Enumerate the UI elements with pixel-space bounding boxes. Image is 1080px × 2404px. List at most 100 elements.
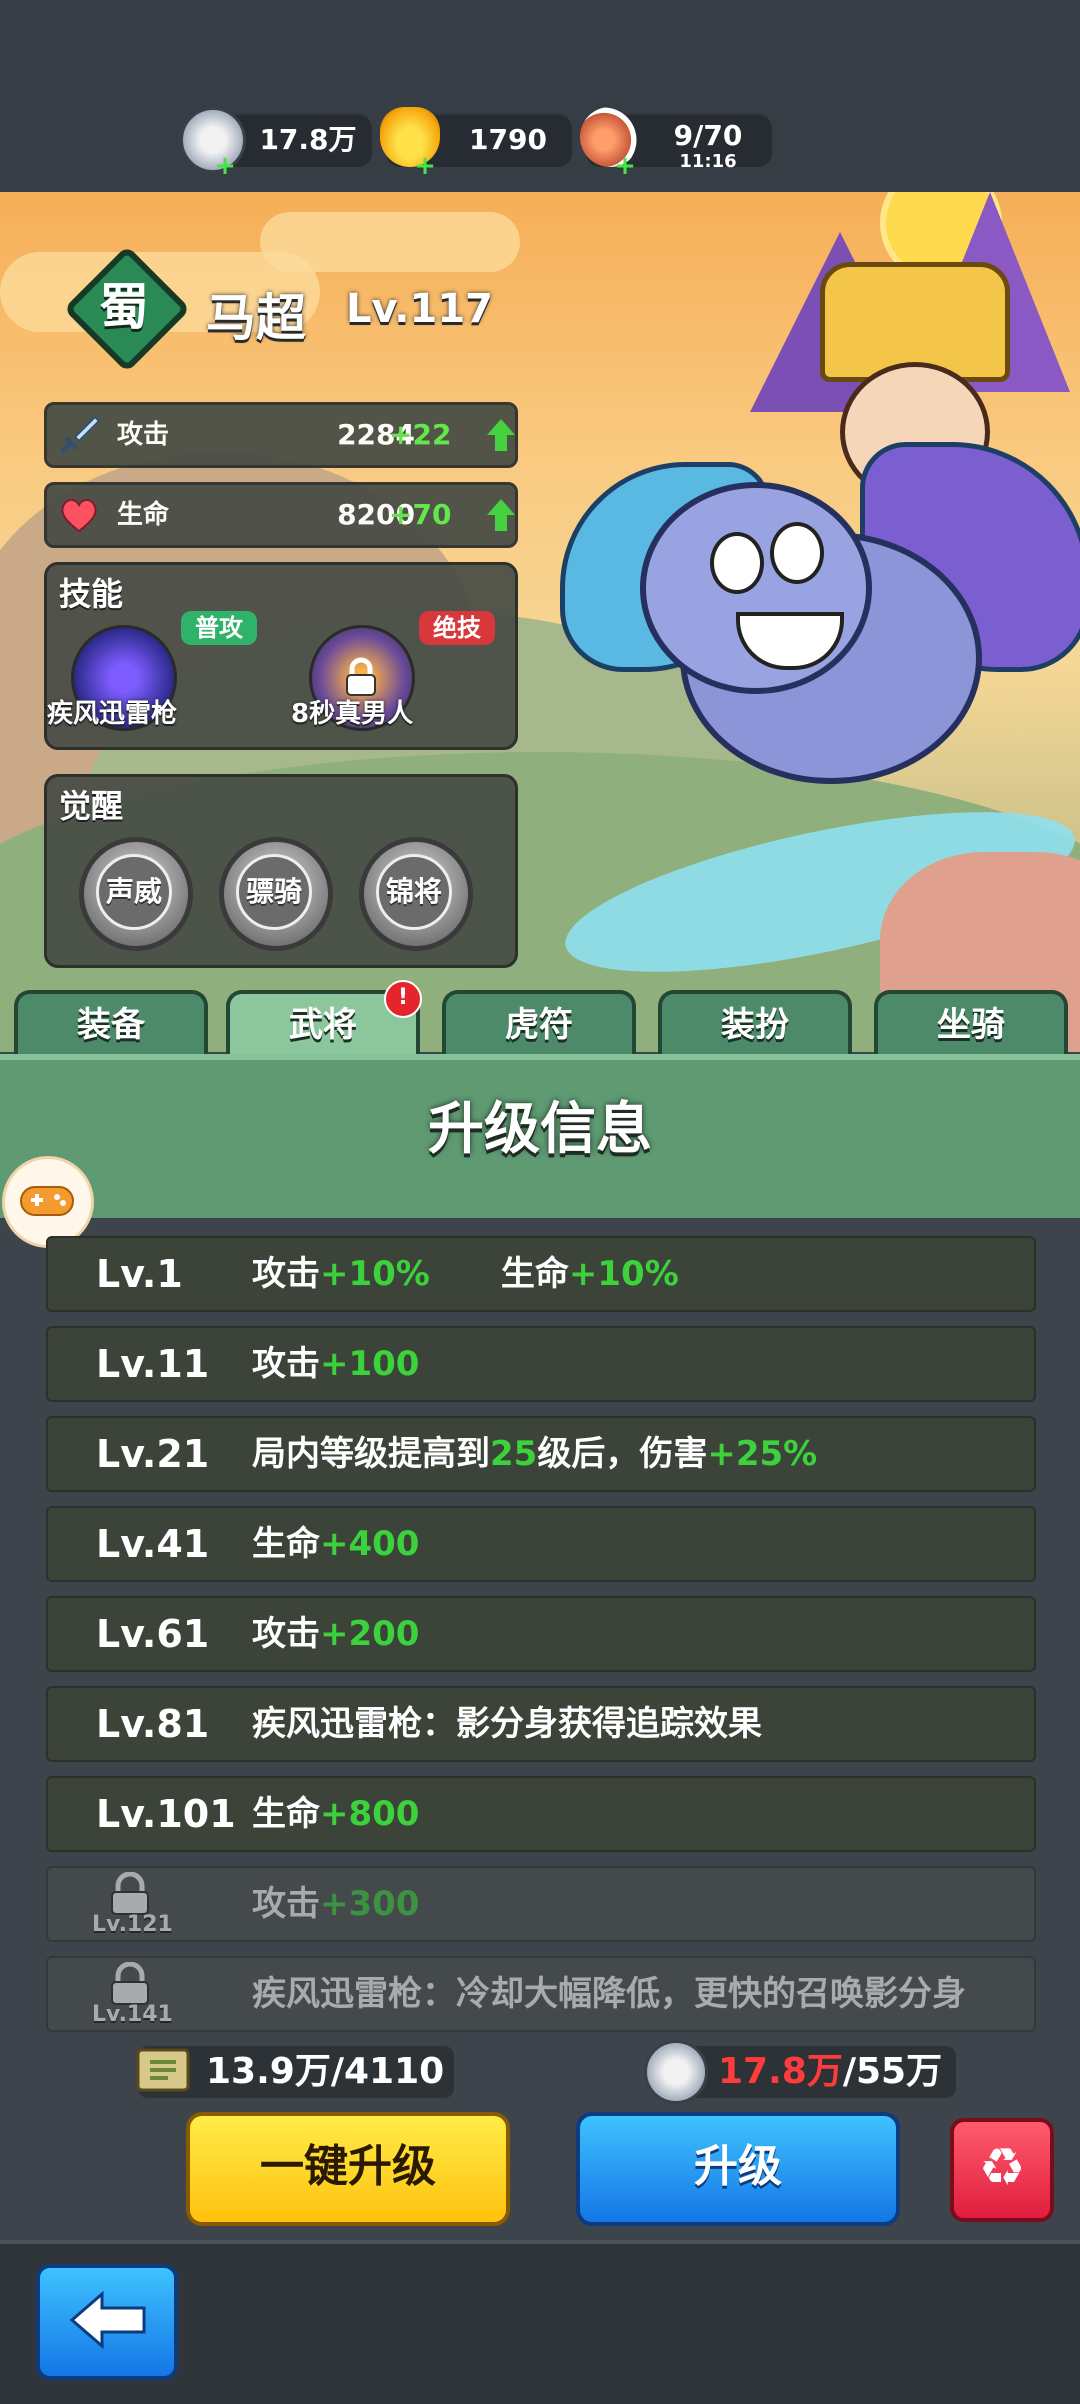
level-number: Lv.141 bbox=[92, 2002, 173, 2027]
up-arrow-icon bbox=[487, 499, 515, 515]
bonus-value: +10% bbox=[568, 1254, 679, 1294]
locked-level-row: Lv.141 疾风迅雷枪：冷却大幅降低，更快的召唤影分身 bbox=[46, 1956, 1036, 2032]
bonus-value: +10% bbox=[320, 1254, 430, 1294]
lock-icon bbox=[100, 1961, 160, 2006]
coin-amount: 17.8万 bbox=[259, 123, 357, 156]
level-effect: 攻击+10% 生命+10% bbox=[252, 1238, 679, 1310]
stamina-resource-pill[interactable]: + 9/70 11:16 bbox=[580, 107, 772, 179]
heart-icon bbox=[57, 493, 101, 537]
back-button[interactable] bbox=[36, 2264, 178, 2380]
bonus-value: +800 bbox=[320, 1794, 420, 1834]
skill-1-badge: 普攻 bbox=[181, 611, 257, 645]
level-row: Lv.1 攻击+10% 生命+10% bbox=[46, 1236, 1036, 1312]
scroll-cost: 13.9万/4110 bbox=[206, 2051, 445, 2092]
level-effect: 生命+400 bbox=[252, 1508, 419, 1580]
awaken-node-1-label: 声威 bbox=[96, 854, 172, 930]
coin-have: 17.8万 bbox=[718, 2051, 843, 2092]
level-number: Lv.81 bbox=[96, 1702, 210, 1746]
scroll-cost-pill: 13.9万/4110 bbox=[136, 2046, 454, 2098]
health-label: 生命 bbox=[117, 500, 170, 530]
attack-bonus: +22 bbox=[389, 418, 452, 451]
level-number: Lv.21 bbox=[96, 1432, 210, 1476]
awaken-node-2-label: 骠骑 bbox=[236, 854, 312, 930]
attack-label: 攻击 bbox=[117, 420, 170, 450]
add-stamina-icon[interactable]: + bbox=[614, 153, 636, 179]
coin-icon bbox=[180, 107, 246, 173]
level-row: Lv.81 疾风迅雷枪：影分身获得追踪效果 bbox=[46, 1686, 1036, 1762]
level-number: Lv.101 bbox=[96, 1792, 236, 1836]
bonus-value: +25% bbox=[707, 1434, 818, 1474]
level-effect: 疾风迅雷枪：影分身获得追踪效果 bbox=[252, 1688, 762, 1760]
tab-tiger-tally[interactable]: 虎符 bbox=[442, 990, 636, 1058]
awaken-panel: 觉醒 声威 骠骑 锦将 bbox=[44, 774, 518, 968]
awaken-title: 觉醒 bbox=[59, 787, 124, 825]
hero-level: Lv.117 bbox=[346, 286, 493, 332]
coin-need: /55万 bbox=[842, 2051, 943, 2092]
bonus-value: 25 bbox=[490, 1434, 538, 1474]
attack-stat-row: 攻击 2284 +22 bbox=[44, 402, 518, 468]
effect-text: 生命 bbox=[429, 1254, 569, 1294]
effect-text: 攻击 bbox=[252, 1614, 320, 1654]
faction-label: 蜀 bbox=[99, 278, 149, 336]
skill-2-name: 8秒真男人 bbox=[291, 699, 414, 729]
effect-text: 疾风迅雷枪：影分身获得追踪效果 bbox=[252, 1704, 762, 1744]
level-effect: 疾风迅雷枪：冷却大幅降低，更快的召唤影分身 bbox=[252, 1958, 966, 2030]
health-stat-row: 生命 8200 +70 bbox=[44, 482, 518, 548]
level-number: Lv.41 bbox=[96, 1522, 210, 1566]
effect-text: 攻击 bbox=[252, 1254, 320, 1294]
stamina-timer: 11:16 bbox=[679, 151, 737, 172]
coin-icon bbox=[644, 2040, 708, 2104]
sword-icon bbox=[57, 413, 101, 457]
effect-text: 局内等级提高到 bbox=[252, 1434, 490, 1474]
level-effect: 攻击+300 bbox=[252, 1868, 419, 1940]
coin-resource-pill[interactable]: + 17.8万 bbox=[180, 107, 372, 179]
level-number: Lv.61 bbox=[96, 1612, 210, 1656]
lock-icon bbox=[100, 1871, 160, 1916]
notification-badge: ! bbox=[384, 980, 422, 1018]
up-arrow-icon-stem bbox=[495, 515, 507, 531]
effect-text: 攻击 bbox=[252, 1884, 320, 1924]
effect-text: 疾风迅雷枪：冷却大幅降低，更快的召唤影分身 bbox=[252, 1974, 966, 2014]
bonus-value: +100 bbox=[320, 1344, 420, 1384]
gold-amount: 1790 bbox=[469, 123, 547, 156]
one-click-upgrade-button[interactable]: 一键升级 bbox=[186, 2112, 510, 2226]
locked-level-row: Lv.121 攻击+300 bbox=[46, 1866, 1036, 1942]
skill-2-badge: 绝技 bbox=[419, 611, 495, 645]
hero-scene: 蜀 马超 Lv.117 攻击 2284 +22 生命 8200 +70 技能 普… bbox=[0, 192, 1080, 1052]
level-effect: 局内等级提高到25级后，伤害+25% bbox=[252, 1418, 817, 1490]
level-row: Lv.21 局内等级提高到25级后，伤害+25% bbox=[46, 1416, 1036, 1492]
upgrade-info-title: 升级信息 bbox=[428, 1097, 652, 1162]
level-row: Lv.41 生命+400 bbox=[46, 1506, 1036, 1582]
add-gold-icon[interactable]: + bbox=[414, 153, 436, 179]
up-arrow-icon-stem bbox=[495, 435, 507, 451]
awaken-node-3[interactable]: 锦将 bbox=[359, 837, 473, 951]
recycle-button[interactable]: ♻ bbox=[950, 2118, 1054, 2222]
add-coin-icon[interactable]: + bbox=[214, 153, 236, 179]
tab-mount[interactable]: 坐骑 bbox=[874, 990, 1068, 1058]
gamepad-icon bbox=[17, 1181, 77, 1225]
bonus-value: +400 bbox=[320, 1524, 420, 1564]
back-arrow-icon bbox=[66, 2288, 150, 2356]
hero-name: 马超 bbox=[206, 289, 306, 347]
level-row: Lv.61 攻击+200 bbox=[46, 1596, 1036, 1672]
level-number: Lv.11 bbox=[96, 1342, 210, 1386]
effect-text: 生命 bbox=[252, 1524, 320, 1564]
cloud-decoration bbox=[260, 212, 520, 272]
blue-elephant-mount-art bbox=[560, 422, 1080, 784]
effect-text: 级后，伤害 bbox=[537, 1434, 708, 1474]
upgrade-button[interactable]: 升级 bbox=[576, 2112, 900, 2226]
effect-text: 生命 bbox=[252, 1794, 320, 1834]
awaken-node-1[interactable]: 声威 bbox=[79, 837, 193, 951]
up-arrow-icon bbox=[487, 419, 515, 435]
effect-text: 攻击 bbox=[252, 1344, 320, 1384]
tab-equipment[interactable]: 装备 bbox=[14, 990, 208, 1058]
skills-panel: 技能 普攻 疾风迅雷枪 绝技 8秒真男人 bbox=[44, 562, 518, 750]
gold-resource-pill[interactable]: + 1790 bbox=[380, 107, 572, 179]
level-number: Lv.121 bbox=[92, 1912, 173, 1937]
awaken-node-2[interactable]: 骠骑 bbox=[219, 837, 333, 951]
level-row: Lv.101 生命+800 bbox=[46, 1776, 1036, 1852]
tab-costume[interactable]: 装扮 bbox=[658, 990, 852, 1058]
skill-1-name: 疾风迅雷枪 bbox=[47, 699, 178, 729]
bonus-value: +300 bbox=[320, 1884, 420, 1924]
gamepad-float-button[interactable] bbox=[2, 1156, 94, 1248]
